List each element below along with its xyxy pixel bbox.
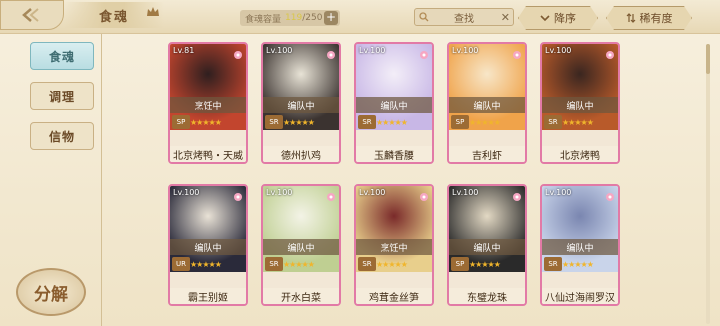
rarity-badge: SP — [172, 115, 190, 129]
status-badge: 编队中 — [542, 97, 618, 113]
back-arrow-icon — [22, 8, 39, 22]
character-name: 鸡茸金丝笋 — [356, 288, 432, 304]
top-bar: 食魂 食魂容量 119 /250 + 查找 ✕ 降序 稀有度 — [0, 0, 720, 34]
rarity-badge: SP — [451, 257, 469, 271]
scrollbar-thumb[interactable] — [706, 44, 710, 74]
flower-icon — [418, 46, 430, 59]
capacity-label: 食魂容量 — [245, 14, 282, 25]
chevron-down-icon — [540, 14, 550, 22]
food-soul-card[interactable]: Lv.100 编队中 SR ★★★★★ 开水白菜 — [261, 184, 341, 306]
food-soul-card[interactable]: Lv.100 编队中 UR ★★★★★ 霸王别姬 — [168, 184, 248, 306]
flower-icon — [604, 46, 616, 59]
rarity-badge: SR — [358, 257, 376, 271]
rarity-badge: UR — [172, 257, 190, 271]
status-badge: 编队中 — [449, 97, 525, 113]
status-badge: 编队中 — [356, 97, 432, 113]
crown-icon — [147, 7, 159, 16]
level-label: Lv.100 — [359, 188, 386, 197]
food-soul-card[interactable]: Lv.81 烹饪中 SP ★★★★★ 北京烤鸭・天威 — [168, 42, 248, 164]
flower-icon — [325, 46, 337, 59]
flower-icon — [232, 188, 244, 201]
character-name: 德州扒鸡 — [263, 146, 339, 162]
app-root: 食魂 食魂容量 119 /250 + 查找 ✕ 降序 稀有度 食魂 调理 信物 … — [0, 0, 720, 326]
character-name: 霸王别姬 — [170, 288, 246, 304]
star-rating: ★★★★★ — [376, 260, 408, 269]
food-soul-grid: Lv.81 烹饪中 SP ★★★★★ 北京烤鸭・天威 Lv.100 编队中 SR ★★★★★ 德州… — [168, 40, 688, 326]
add-capacity-button[interactable]: + — [324, 11, 338, 25]
search-button[interactable]: 查找 ✕ — [414, 8, 514, 26]
tab-tiaoli[interactable]: 调理 — [30, 82, 94, 110]
star-rating: ★★★★★ — [562, 118, 594, 127]
capacity-current: 119 — [285, 13, 303, 23]
capacity-indicator: 食魂容量 119 /250 + — [240, 10, 340, 26]
level-label: Lv.100 — [173, 188, 200, 197]
level-label: Lv.100 — [452, 46, 479, 55]
star-rating: ★★★★★ — [469, 118, 501, 127]
clear-search-button[interactable]: ✕ — [501, 11, 510, 24]
status-badge: 烹饪中 — [170, 97, 246, 113]
star-rating: ★★★★★ — [283, 118, 315, 127]
flower-icon — [511, 46, 523, 59]
character-name: 玉麟香腰 — [356, 146, 432, 162]
food-soul-card[interactable]: Lv.100 编队中 SR ★★★★★ 德州扒鸡 — [261, 42, 341, 164]
character-name: 东璧龙珠 — [449, 288, 525, 304]
rarity-badge: SR — [358, 115, 376, 129]
food-soul-card[interactable]: Lv.100 编队中 SR ★★★★★ 八仙过海闹罗汉 — [540, 184, 620, 306]
status-badge: 编队中 — [263, 239, 339, 255]
status-badge: 编队中 — [542, 239, 618, 255]
star-rating: ★★★★★ — [562, 260, 594, 269]
flower-icon — [604, 188, 616, 201]
food-soul-card[interactable]: Lv.100 编队中 SR ★★★★★ 北京烤鸭 — [540, 42, 620, 164]
level-label: Lv.100 — [359, 46, 386, 55]
character-name: 八仙过海闹罗汉 — [542, 288, 618, 304]
star-rating: ★★★★★ — [469, 260, 501, 269]
level-label: Lv.100 — [266, 46, 293, 55]
food-soul-card[interactable]: Lv.100 烹饪中 SR ★★★★★ 鸡茸金丝笋 — [354, 184, 434, 306]
sort-order-button[interactable]: 降序 — [518, 6, 598, 30]
level-label: Lv.100 — [452, 188, 479, 197]
level-label: Lv.100 — [545, 188, 572, 197]
character-name: 北京烤鸭 — [542, 146, 618, 162]
rarity-badge: SR — [544, 257, 562, 271]
level-label: Lv.81 — [173, 46, 195, 55]
flower-icon — [325, 188, 337, 201]
rarity-badge: SR — [544, 115, 562, 129]
sort-field-button[interactable]: 稀有度 — [606, 6, 692, 30]
status-badge: 编队中 — [170, 239, 246, 255]
star-rating: ★★★★★ — [283, 260, 315, 269]
level-label: Lv.100 — [266, 188, 293, 197]
character-name: 吉利虾 — [449, 146, 525, 162]
flower-icon — [232, 46, 244, 59]
sort-field-label: 稀有度 — [639, 12, 673, 25]
flower-icon — [511, 188, 523, 201]
rarity-badge: SR — [265, 257, 283, 271]
star-rating: ★★★★★ — [376, 118, 408, 127]
search-label: 查找 — [454, 13, 474, 25]
star-rating: ★★★★★ — [190, 260, 222, 269]
sort-arrows-icon — [626, 13, 636, 23]
character-name: 北京烤鸭・天威 — [170, 146, 246, 162]
decompose-button[interactable]: 分解 — [16, 268, 86, 316]
tab-shihun[interactable]: 食魂 — [30, 42, 94, 70]
flower-icon — [418, 188, 430, 201]
food-soul-card[interactable]: Lv.100 编队中 SP ★★★★★ 东璧龙珠 — [447, 184, 527, 306]
star-rating: ★★★★★ — [190, 118, 222, 127]
scrollbar[interactable] — [706, 44, 710, 324]
food-soul-card[interactable]: Lv.100 编队中 SR ★★★★★ 玉麟香腰 — [354, 42, 434, 164]
capacity-total: /250 — [302, 13, 323, 23]
status-badge: 编队中 — [263, 97, 339, 113]
level-label: Lv.100 — [545, 46, 572, 55]
back-button[interactable] — [0, 0, 64, 30]
sort-order-label: 降序 — [554, 12, 576, 25]
food-soul-card[interactable]: Lv.100 编队中 SP ★★★★★ 吉利虾 — [447, 42, 527, 164]
character-name: 开水白菜 — [263, 288, 339, 304]
rarity-badge: SR — [265, 115, 283, 129]
search-icon — [419, 12, 429, 22]
status-badge: 编队中 — [449, 239, 525, 255]
rarity-badge: SP — [451, 115, 469, 129]
status-badge: 烹饪中 — [356, 239, 432, 255]
tab-xinwu[interactable]: 信物 — [30, 122, 94, 150]
